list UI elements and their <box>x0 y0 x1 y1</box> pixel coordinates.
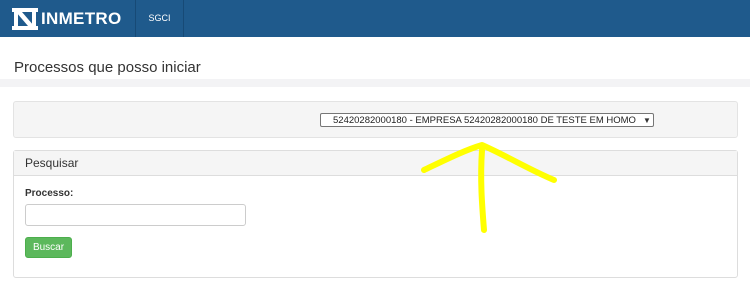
brand-link[interactable]: INMETRO <box>0 0 121 37</box>
brand-name: INMETRO <box>41 8 122 28</box>
inmetro-logo-icon <box>12 7 38 30</box>
company-select[interactable]: 52420282000180 - EMPRESA 52420282000180 … <box>320 113 654 127</box>
nav-item-sgci[interactable]: SGCI <box>136 0 182 37</box>
top-navbar: INMETRO SGCI <box>0 0 750 37</box>
title-underline-band <box>0 79 750 87</box>
process-label: Processo: <box>25 188 74 199</box>
search-panel-heading: Pesquisar <box>14 151 737 176</box>
search-button[interactable]: Buscar <box>25 237 72 258</box>
process-input[interactable] <box>25 204 246 226</box>
page-title: Processos que posso iniciar <box>14 59 201 76</box>
company-selector-well: 52420282000180 - EMPRESA 52420282000180 … <box>13 101 738 138</box>
navbar-divider <box>182 0 184 37</box>
company-select-value: 52420282000180 - EMPRESA 52420282000180 … <box>333 114 636 126</box>
chevron-down-icon: ▼ <box>643 115 651 125</box>
search-panel: Pesquisar Processo: Buscar <box>13 150 738 278</box>
